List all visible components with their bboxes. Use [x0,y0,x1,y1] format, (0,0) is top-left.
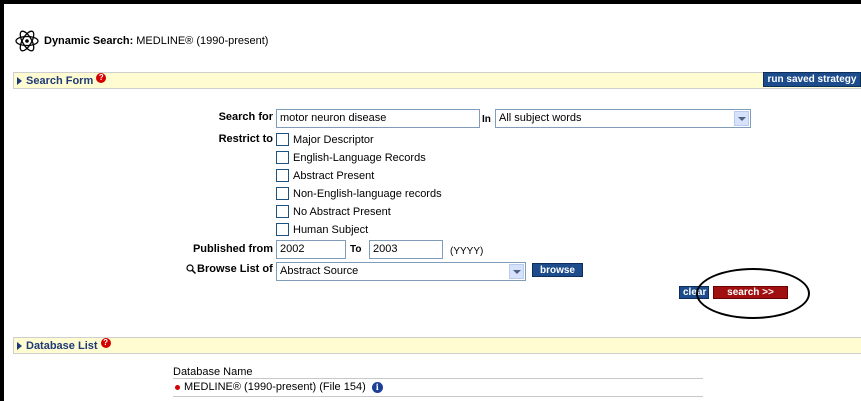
database-label: MEDLINE® (1990-present) [136,35,269,47]
magnifier-icon [186,264,196,274]
database-name-header: Database Name [173,366,253,378]
chevron-down-icon[interactable] [734,111,749,126]
restriction-option[interactable]: English-Language Records [276,150,426,165]
published-to-input[interactable]: 2003 [369,240,443,259]
browse-list-selected: Abstract Source [280,265,359,277]
window-left-border [0,0,4,401]
window-top-border [0,0,861,4]
checkbox[interactable] [276,205,289,218]
page-title-bar: Dynamic Search: MEDLINE® (1990-present) [14,28,268,54]
restriction-label: English-Language Records [293,151,426,164]
browse-list-select[interactable]: Abstract Source [276,262,526,281]
restriction-label: Non-English-language records [293,187,442,200]
published-from-input[interactable]: 2002 [276,240,346,259]
database-list-item[interactable]: MEDLINE® (1990-present) (File 154) i [175,381,383,393]
search-field-select[interactable]: All subject words [495,109,751,128]
database-name: MEDLINE® (1990-present) (File 154) [184,381,366,393]
help-icon[interactable]: ? [96,72,107,83]
restriction-label: Human Subject [293,223,369,236]
database-list-title: Database List [26,339,98,352]
app-label: Dynamic Search: [44,35,134,47]
search-for-label: Search for [218,111,273,123]
browse-list-label-group: Browse List of [186,263,273,275]
expand-triangle-icon[interactable] [17,341,22,350]
search-field-selected: All subject words [499,112,582,124]
checkbox[interactable] [276,169,289,182]
chevron-down-icon[interactable] [509,264,524,279]
atom-icon [15,30,39,52]
restriction-option[interactable]: No Abstract Present [276,204,391,219]
restriction-label: Abstract Present [293,169,375,182]
expand-triangle-icon[interactable] [17,76,22,85]
year-format-hint: (YYYY) [450,246,484,257]
published-from-label: Published from [192,243,273,255]
checkbox[interactable] [276,187,289,200]
checkbox[interactable] [276,223,289,236]
restriction-label: No Abstract Present [293,205,391,218]
database-list-section-bar[interactable]: Database List ? [13,337,861,354]
search-form-section-bar[interactable]: Search Form ? [13,72,861,89]
help-icon[interactable]: ? [100,337,111,348]
restrict-to-label: Restrict to [218,133,273,145]
checkbox[interactable] [276,133,289,146]
in-label: In [482,114,491,125]
divider [173,396,703,397]
highlight-circle-annotation [696,268,810,319]
info-icon[interactable]: i [371,381,383,393]
browse-list-label: Browse List of [197,263,273,275]
browse-button[interactable]: browse [532,263,583,277]
search-for-input[interactable]: motor neuron disease [276,109,480,128]
restriction-option[interactable]: Human Subject [276,222,368,237]
restriction-option[interactable]: Major Descriptor [276,132,374,147]
search-form-title: Search Form [26,74,94,87]
restriction-label: Major Descriptor [293,133,374,146]
restriction-option[interactable]: Abstract Present [276,168,374,183]
run-saved-strategy-button[interactable]: run saved strategy [763,72,861,87]
divider [173,378,703,379]
to-label: To [350,244,362,255]
restriction-option[interactable]: Non-English-language records [276,186,442,201]
checkbox[interactable] [276,151,289,164]
bullet-icon [175,384,180,390]
